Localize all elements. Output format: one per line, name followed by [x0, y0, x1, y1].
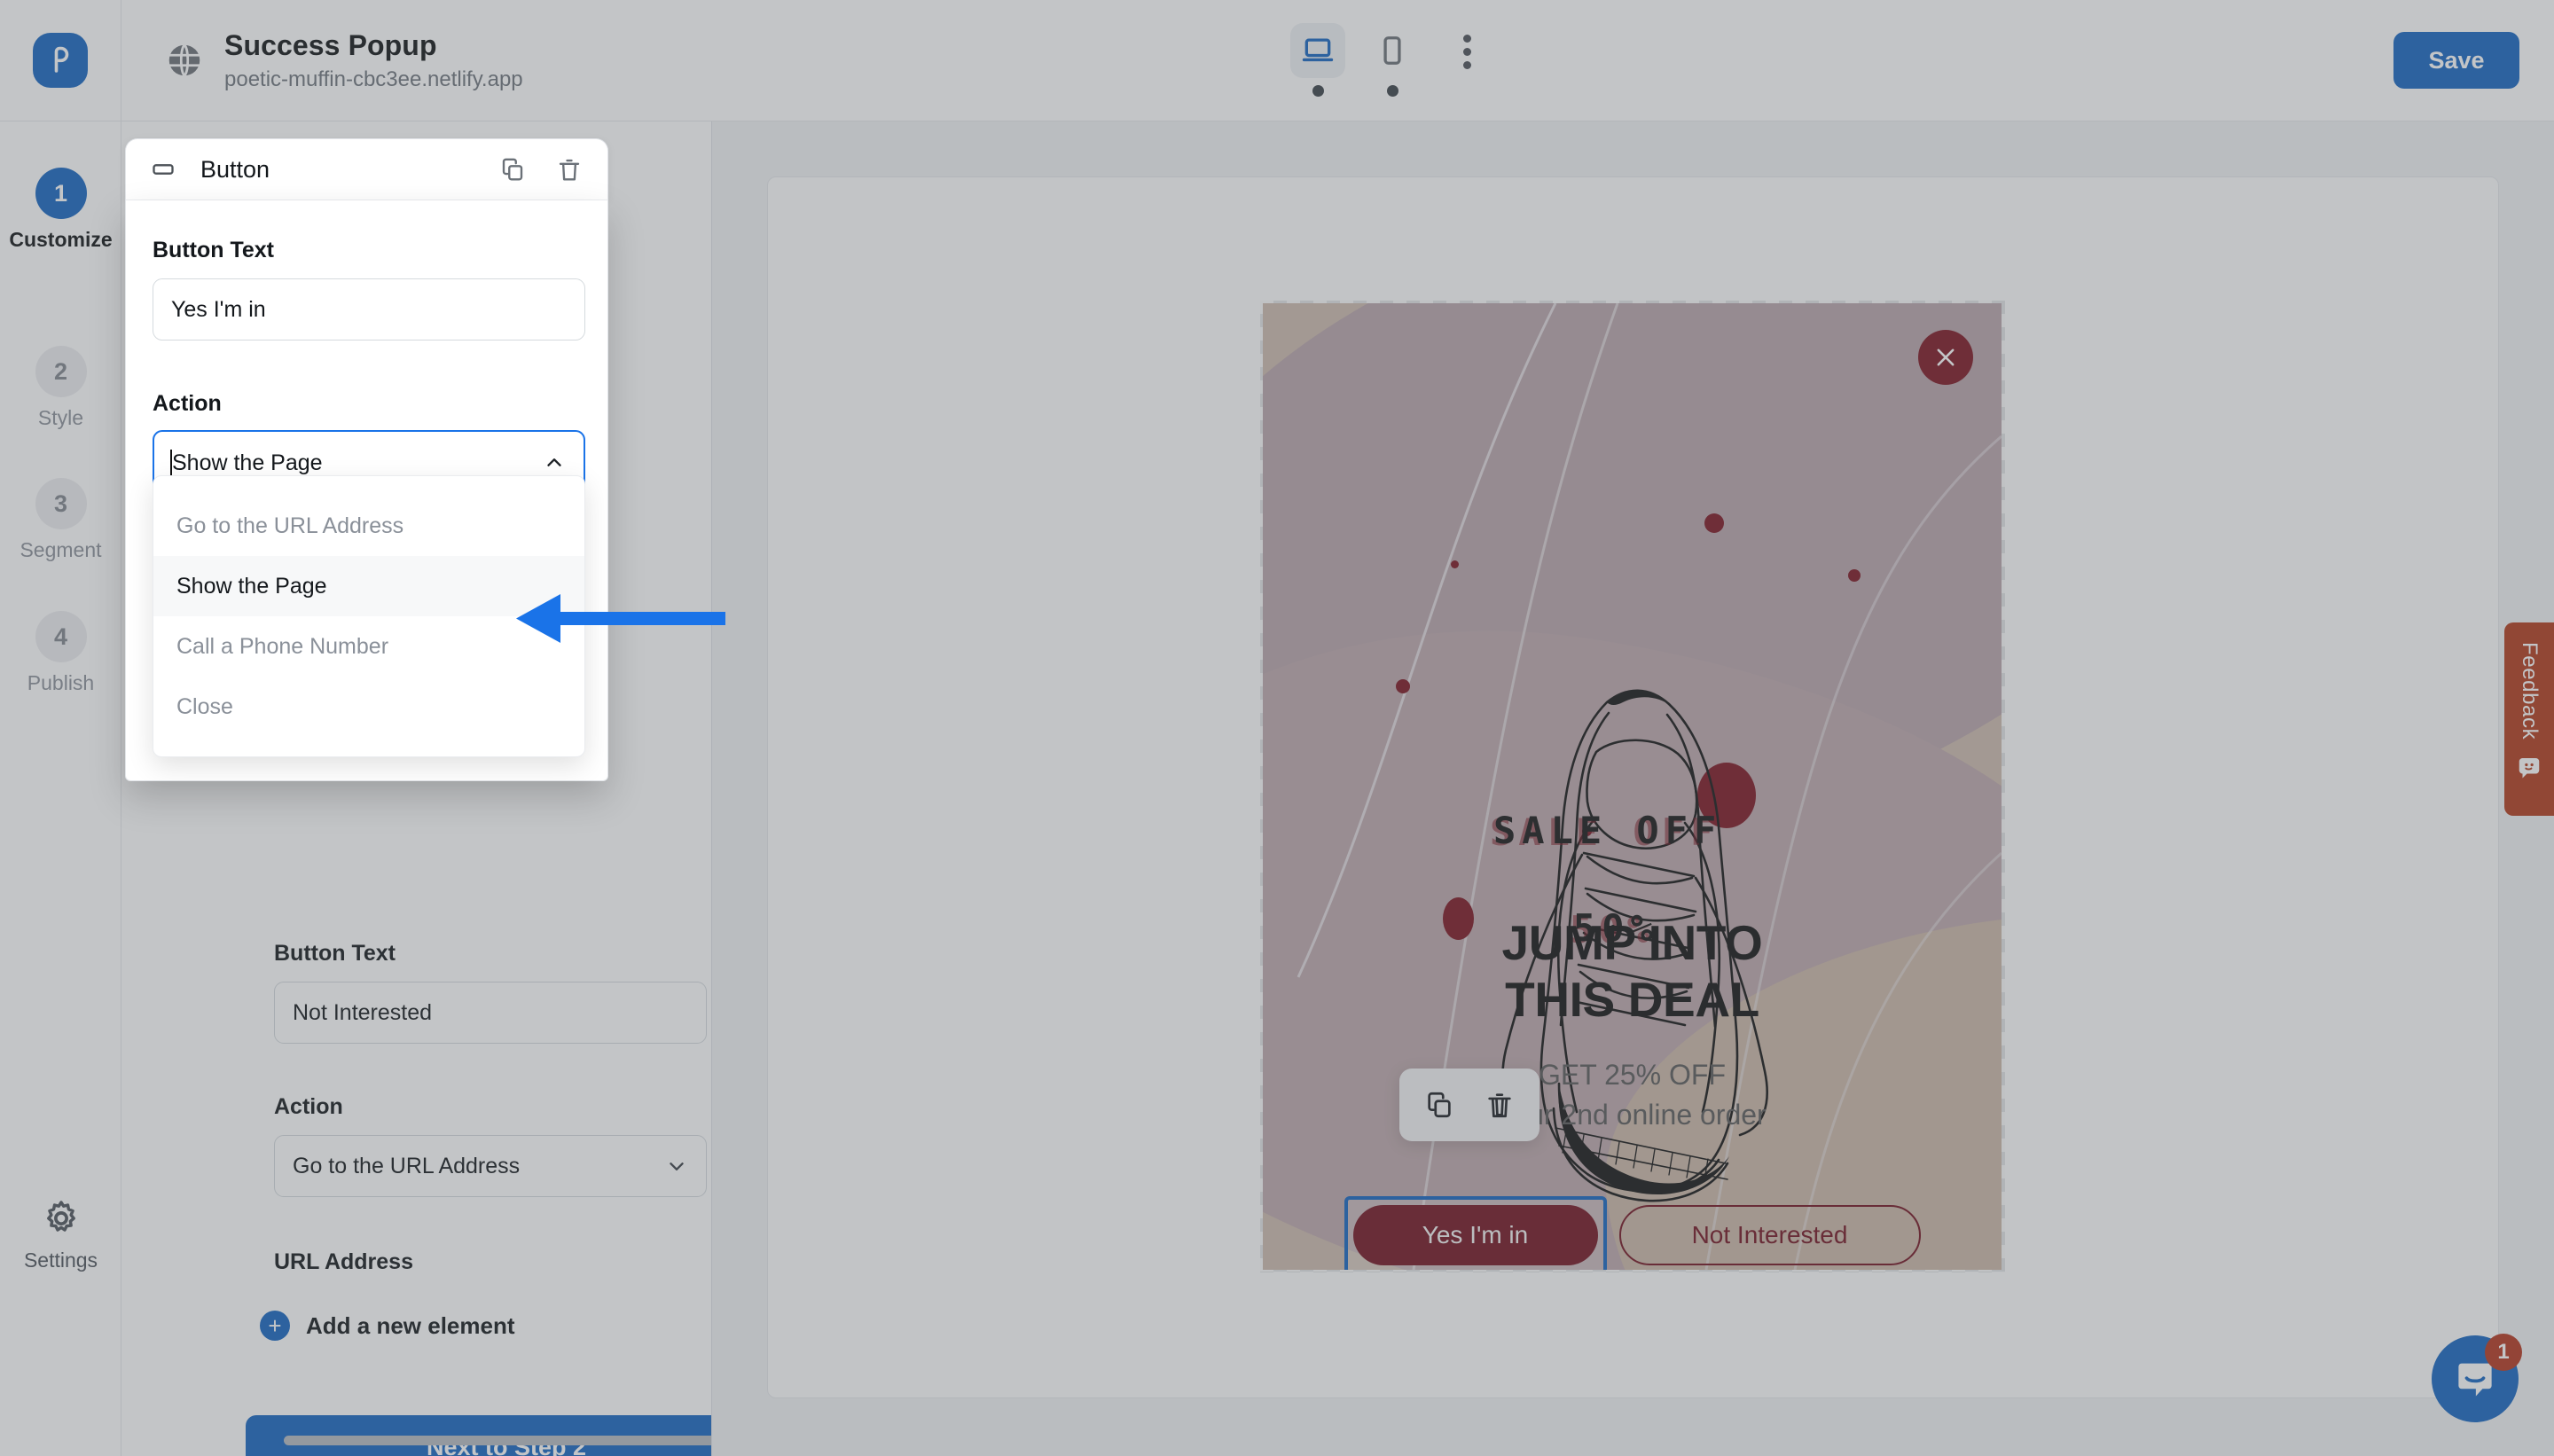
app-root: SALE OFF 50% JUMP INTO THIS DEAL GET 25%…	[0, 0, 2554, 1456]
element-card-header: Button	[125, 138, 608, 200]
element-card-body: Button Text Action Show the Page Go to t…	[125, 200, 608, 781]
text-caret	[170, 450, 172, 476]
button-element-editor-card: Button Button Text Action Show the Page	[125, 138, 608, 781]
button-text-label: Button Text	[153, 238, 275, 262]
dropdown-option-close[interactable]: Close	[153, 677, 584, 737]
annotation-arrow	[516, 594, 725, 643]
element-card-title: Button	[200, 155, 270, 183]
element-card-actions	[499, 156, 583, 183]
chevron-up-icon	[547, 458, 561, 466]
button-text-input[interactable]	[153, 278, 585, 341]
action-label: Action	[153, 391, 222, 416]
button-element-icon	[153, 164, 174, 175]
action-select-value: Show the Page	[172, 450, 323, 475]
dropdown-option-go-to-url[interactable]: Go to the URL Address	[153, 496, 584, 556]
copy-icon[interactable]	[499, 156, 526, 183]
trash-icon[interactable]	[556, 156, 583, 183]
